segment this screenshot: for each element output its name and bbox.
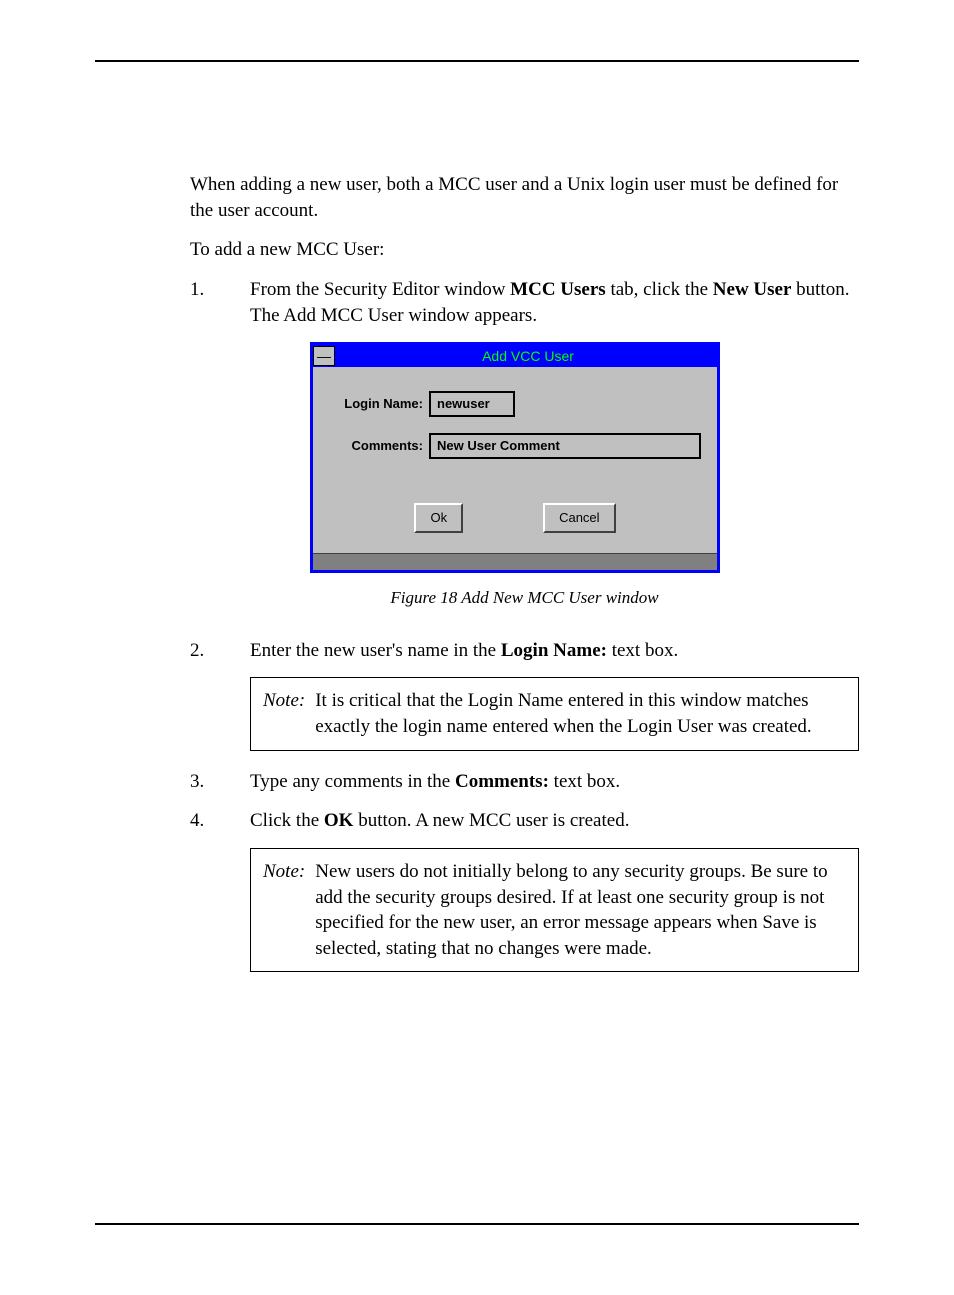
step-2-pre: Enter the new user's name in the xyxy=(250,640,501,661)
add-vcc-user-dialog: — Add VCC User Login Name: newuser Comme… xyxy=(310,342,720,573)
step-2: 2. Enter the new user's name in the Logi… xyxy=(190,638,859,664)
step-1-text: From the Security Editor window MCC User… xyxy=(250,277,859,328)
system-menu-icon[interactable]: — xyxy=(313,346,335,366)
step-2-number: 2. xyxy=(190,638,250,664)
step-3: 3. Type any comments in the Comments: te… xyxy=(190,769,859,795)
intro-paragraph-2: To add a new MCC User: xyxy=(190,237,859,263)
step-1-bold-2: New User xyxy=(713,279,792,300)
login-name-label: Login Name: xyxy=(329,395,429,413)
step-3-post: text box. xyxy=(549,771,620,792)
dialog-status-bar xyxy=(313,553,717,570)
note-2-lead: Note: xyxy=(263,859,305,962)
note-2-text: New users do not initially belong to any… xyxy=(315,859,846,962)
step-3-number: 3. xyxy=(190,769,250,795)
step-3-pre: Type any comments in the xyxy=(250,771,455,792)
step-1-bold-1: MCC Users xyxy=(510,279,606,300)
note-box-2: Note: New users do not initially belong … xyxy=(250,848,859,973)
comments-field[interactable]: New User Comment xyxy=(429,433,701,459)
step-4-bold: OK xyxy=(324,810,354,831)
step-1: 1. From the Security Editor window MCC U… xyxy=(190,277,859,328)
header-rule xyxy=(95,60,859,62)
step-3-text: Type any comments in the Comments: text … xyxy=(250,769,859,795)
dialog-titlebar: — Add VCC User xyxy=(313,345,717,367)
figure-caption: Figure 18 Add New MCC User window xyxy=(190,587,859,610)
ok-button[interactable]: Ok xyxy=(414,503,463,533)
note-1-lead: Note: xyxy=(263,688,305,739)
step-4-number: 4. xyxy=(190,808,250,834)
dialog-title: Add VCC User xyxy=(339,347,717,366)
step-4: 4. Click the OK button. A new MCC user i… xyxy=(190,808,859,834)
step-3-bold: Comments: xyxy=(455,771,549,792)
step-2-bold: Login Name: xyxy=(501,640,607,661)
step-2-post: text box. xyxy=(607,640,678,661)
step-1-mid: tab, click the xyxy=(606,279,713,300)
note-1-text: It is critical that the Login Name enter… xyxy=(315,688,846,739)
note-box-1: Note: It is critical that the Login Name… xyxy=(250,677,859,750)
step-4-text: Click the OK button. A new MCC user is c… xyxy=(250,808,859,834)
step-4-post: button. A new MCC user is created. xyxy=(353,810,629,831)
intro-paragraph-1: When adding a new user, both a MCC user … xyxy=(190,172,859,223)
footer-rule xyxy=(95,1223,859,1225)
step-4-pre: Click the xyxy=(250,810,324,831)
step-2-text: Enter the new user's name in the Login N… xyxy=(250,638,859,664)
cancel-button[interactable]: Cancel xyxy=(543,503,615,533)
step-1-pre: From the Security Editor window xyxy=(250,279,510,300)
step-1-number: 1. xyxy=(190,277,250,328)
comments-label: Comments: xyxy=(329,437,429,455)
login-name-field[interactable]: newuser xyxy=(429,391,515,417)
